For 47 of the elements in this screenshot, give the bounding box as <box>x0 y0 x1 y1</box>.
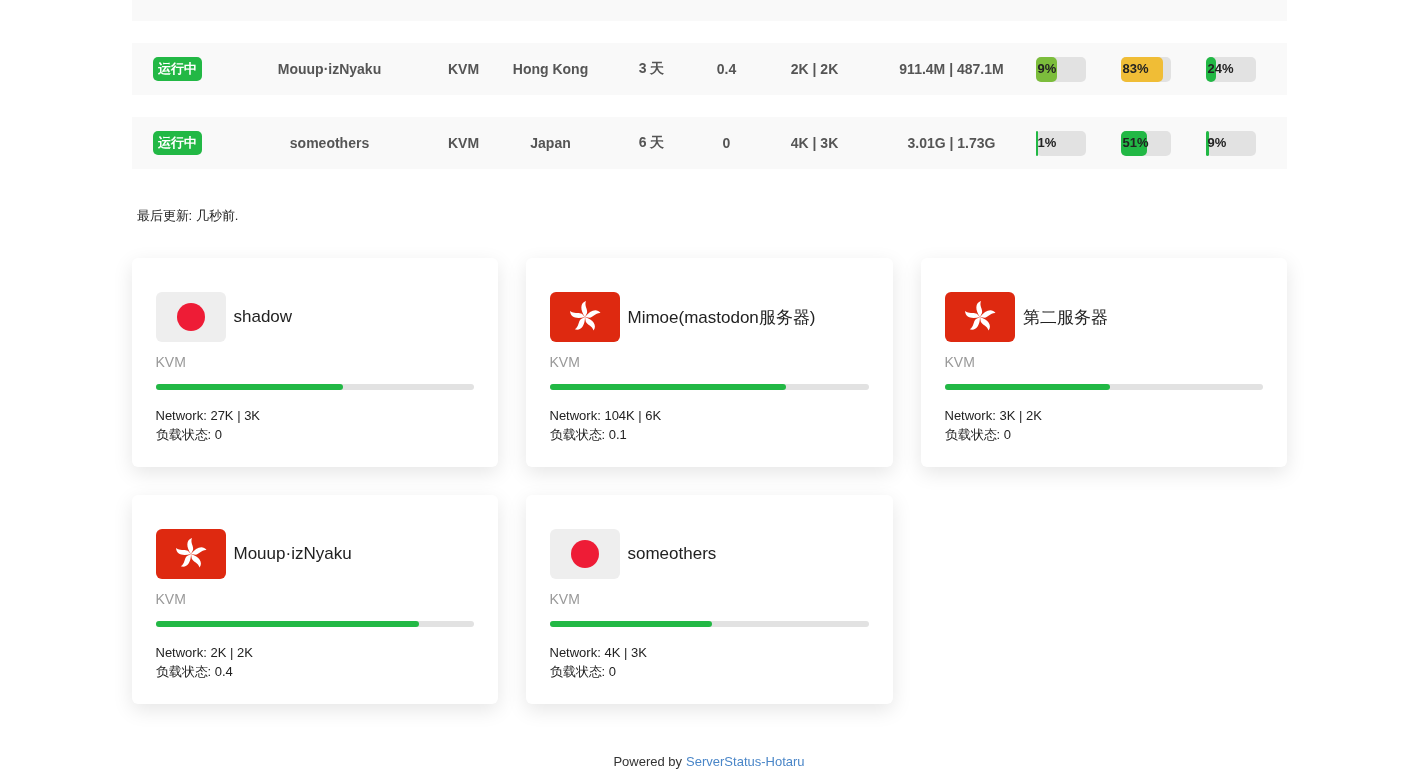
server-name: someothers <box>288 135 371 151</box>
table-cell-text: 4K | 3K <box>789 135 840 151</box>
server-name: Mouup·izNyaku <box>233 544 352 564</box>
table-cell-text: 6 天 <box>637 134 666 152</box>
server-type: KVM <box>155 354 187 370</box>
server-name: someothers <box>627 544 717 564</box>
server-type: KVM <box>549 591 581 607</box>
load-text: 负载状态: 0.1 <box>549 426 628 444</box>
network-text: Network: 3K | 2K <box>944 407 1043 425</box>
hong-kong-flag-icon <box>155 529 226 579</box>
load-text: 负载状态: 0 <box>155 426 223 444</box>
server-type: KVM <box>944 354 976 370</box>
hong-kong-flag-icon <box>944 292 1015 342</box>
table-cell-text: KVM <box>446 61 481 77</box>
usage-percent: 1% <box>1037 134 1057 150</box>
usage-percent: 9% <box>1037 60 1057 76</box>
usage-percent: 83% <box>1122 60 1149 76</box>
network-text: Network: 27K | 3K <box>155 407 262 425</box>
server-type: KVM <box>155 591 187 607</box>
table-cell-text: 3 天 <box>637 60 666 78</box>
load-text: 负载状态: 0.4 <box>155 663 234 681</box>
japan-flag-icon <box>155 292 226 342</box>
table-cell-text: 3.01G | 1.73G <box>906 135 997 151</box>
japan-flag-icon <box>549 529 620 579</box>
server-name: Mimoe(mastodon服务器) <box>627 306 816 329</box>
server-name: Mouup·izNyaku <box>276 61 383 77</box>
server-type: KVM <box>549 354 581 370</box>
status-badge: 运行中 <box>152 131 202 155</box>
hong-kong-flag-icon <box>549 292 620 342</box>
load-text: 负载状态: 0 <box>944 426 1012 444</box>
status-badge: 运行中 <box>152 57 202 81</box>
network-text: Network: 4K | 3K <box>549 644 648 662</box>
table-cell-text: Hong Kong <box>511 61 590 77</box>
project-link[interactable]: ServerStatus-Hotaru <box>686 754 805 769</box>
table-cell-text: 2K | 2K <box>789 61 840 77</box>
table-cell-text: 0 <box>721 135 732 151</box>
server-name: 第二服务器 <box>1022 306 1108 329</box>
table-cell-text: 0.4 <box>715 61 738 77</box>
footer-text: Powered by <box>613 754 683 769</box>
network-text: Network: 2K | 2K <box>155 644 254 662</box>
table-cell-text: 911.4M | 487.1M <box>898 61 1005 77</box>
last-update-text: 最后更新: 几秒前. <box>136 208 239 223</box>
load-text: 负载状态: 0 <box>549 663 617 681</box>
table-cell-text: KVM <box>446 135 481 151</box>
server-name: shadow <box>233 307 293 327</box>
network-text: Network: 104K | 6K <box>549 407 663 425</box>
table-cell-text: Japan <box>529 135 572 151</box>
